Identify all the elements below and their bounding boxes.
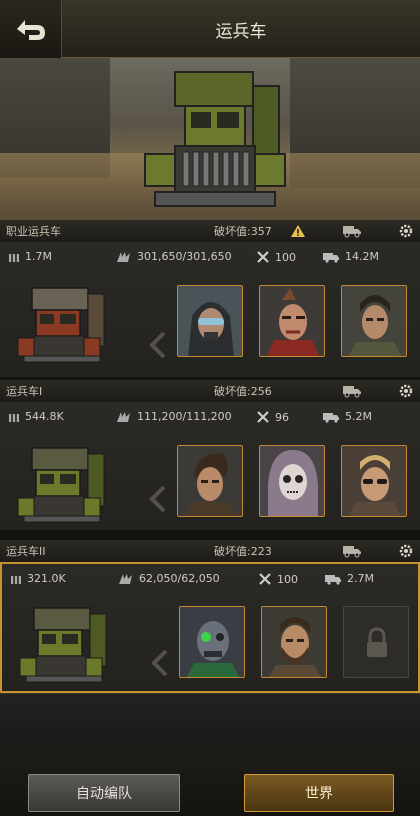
repair-stat: 100 <box>256 250 296 264</box>
hero-slot-3-locked[interactable] <box>343 606 409 678</box>
repair-value: 100 <box>275 250 296 264</box>
squad-body: 544.8K 111,200/111,200 96 5.2M <box>0 402 420 530</box>
hero-cyborg-portrait <box>180 607 244 677</box>
hp-value: 301,650/301,650 <box>137 250 232 263</box>
back-arrow-icon <box>16 20 45 40</box>
hp-stat: 111,200/111,200 <box>116 410 232 423</box>
hero-banner-image <box>0 58 420 220</box>
hero-gasmask-portrait <box>178 286 242 356</box>
truck-thumbnail <box>17 447 105 523</box>
chevron-left-icon <box>149 486 166 512</box>
hero-slot-2[interactable] <box>259 285 325 357</box>
claw-icon <box>117 411 130 422</box>
claw-icon <box>119 573 132 584</box>
squad-damage-value: 破坏值:357 <box>214 225 272 238</box>
ammo-value: 321.0K <box>27 572 66 585</box>
hp-stat: 301,650/301,650 <box>116 250 232 263</box>
repair-stat: 100 <box>258 572 298 586</box>
squad-body: 321.0K 62,050/62,050 100 2.7M <box>0 562 420 693</box>
chevron-left-icon <box>149 332 166 358</box>
squad-panel-3[interactable]: 运兵车II 破坏值:223 321.0K 62,050/62,050 100 2… <box>0 540 420 693</box>
hero-sunglasses-portrait <box>342 446 406 516</box>
hero-slot-2[interactable] <box>261 606 327 678</box>
wrench-icon <box>257 251 269 263</box>
squad-header: 运兵车II 破坏值:223 <box>0 540 420 562</box>
hp-value: 62,050/62,050 <box>139 572 220 585</box>
top-bar: 运兵车 <box>0 0 420 58</box>
ammo-icon <box>9 253 19 262</box>
ammo-stat: 1.7M <box>8 250 52 263</box>
squad-name: 运兵车I <box>6 385 43 398</box>
hp-stat: 62,050/62,050 <box>118 572 220 585</box>
chevron-left-icon <box>151 650 168 676</box>
world-button[interactable]: 世界 <box>244 774 394 812</box>
load-stat: 14.2M <box>322 250 379 263</box>
squad-damage-value: 破坏值:256 <box>214 385 272 398</box>
truck-thumbnail <box>17 287 105 363</box>
truck-icon[interactable] <box>342 542 362 560</box>
repair-stat: 96 <box>256 410 289 424</box>
ammo-icon <box>9 413 19 422</box>
truck-icon[interactable] <box>342 222 362 240</box>
load-stat: 5.2M <box>322 410 372 423</box>
back-button[interactable] <box>0 0 62 58</box>
truck-thumbnail <box>19 607 107 683</box>
hero-rugged-portrait <box>178 446 242 516</box>
ammo-value: 544.8K <box>25 410 64 423</box>
squad-panel-1[interactable]: 职业运兵车 破坏值:357 1.7M 301,650/301,650 100 1… <box>0 220 420 377</box>
ammo-value: 1.7M <box>25 250 52 263</box>
hero-skull-mask-portrait <box>260 446 324 516</box>
empty-area <box>0 693 420 745</box>
bottom-bar: 自动编队 世界 <box>0 745 420 816</box>
gear-icon[interactable] <box>396 222 416 240</box>
truck-load-icon <box>325 574 341 585</box>
load-value: 5.2M <box>345 410 372 423</box>
squad-header: 职业运兵车 破坏值:357 <box>0 220 420 242</box>
load-value: 2.7M <box>347 572 374 585</box>
hero-slot-3[interactable] <box>341 445 407 517</box>
hero-slot-1[interactable] <box>177 285 243 357</box>
hero-slot-3[interactable] <box>341 285 407 357</box>
hero-slot-2[interactable] <box>259 445 325 517</box>
squad-panel-2[interactable]: 运兵车I 破坏值:256 544.8K 111,200/111,200 96 5… <box>0 380 420 530</box>
wrench-icon <box>257 411 269 423</box>
squad-header: 运兵车I 破坏值:256 <box>0 380 420 402</box>
squad-name: 职业运兵车 <box>6 225 61 238</box>
hero-slot-1[interactable] <box>179 606 245 678</box>
hero-soldier-portrait <box>342 286 406 356</box>
claw-icon <box>117 251 130 262</box>
truck-load-icon <box>323 412 339 423</box>
armored-truck-illustration <box>144 71 286 207</box>
page-title: 运兵车 <box>215 21 267 42</box>
load-value: 14.2M <box>345 250 379 263</box>
auto-formation-button[interactable]: 自动编队 <box>28 774 180 812</box>
wrench-icon <box>259 573 271 585</box>
truck-icon[interactable] <box>342 382 362 400</box>
warning-icon[interactable] <box>288 222 308 240</box>
ammo-stat: 321.0K <box>10 572 66 585</box>
hero-punk-portrait <box>260 286 324 356</box>
gear-icon[interactable] <box>396 542 416 560</box>
repair-value: 100 <box>277 572 298 586</box>
hero-slot-1[interactable] <box>177 445 243 517</box>
load-stat: 2.7M <box>324 572 374 585</box>
ammo-stat: 544.8K <box>8 410 64 423</box>
lock-icon <box>367 627 387 657</box>
truck-load-icon <box>323 252 339 263</box>
gear-icon[interactable] <box>396 382 416 400</box>
repair-value: 96 <box>275 410 289 424</box>
ammo-icon <box>11 575 21 584</box>
squad-name: 运兵车II <box>6 545 46 558</box>
squad-damage-value: 破坏值:223 <box>214 545 272 558</box>
hero-bearded-portrait <box>262 607 326 677</box>
hp-value: 111,200/111,200 <box>137 410 232 423</box>
squad-body: 1.7M 301,650/301,650 100 14.2M <box>0 242 420 377</box>
